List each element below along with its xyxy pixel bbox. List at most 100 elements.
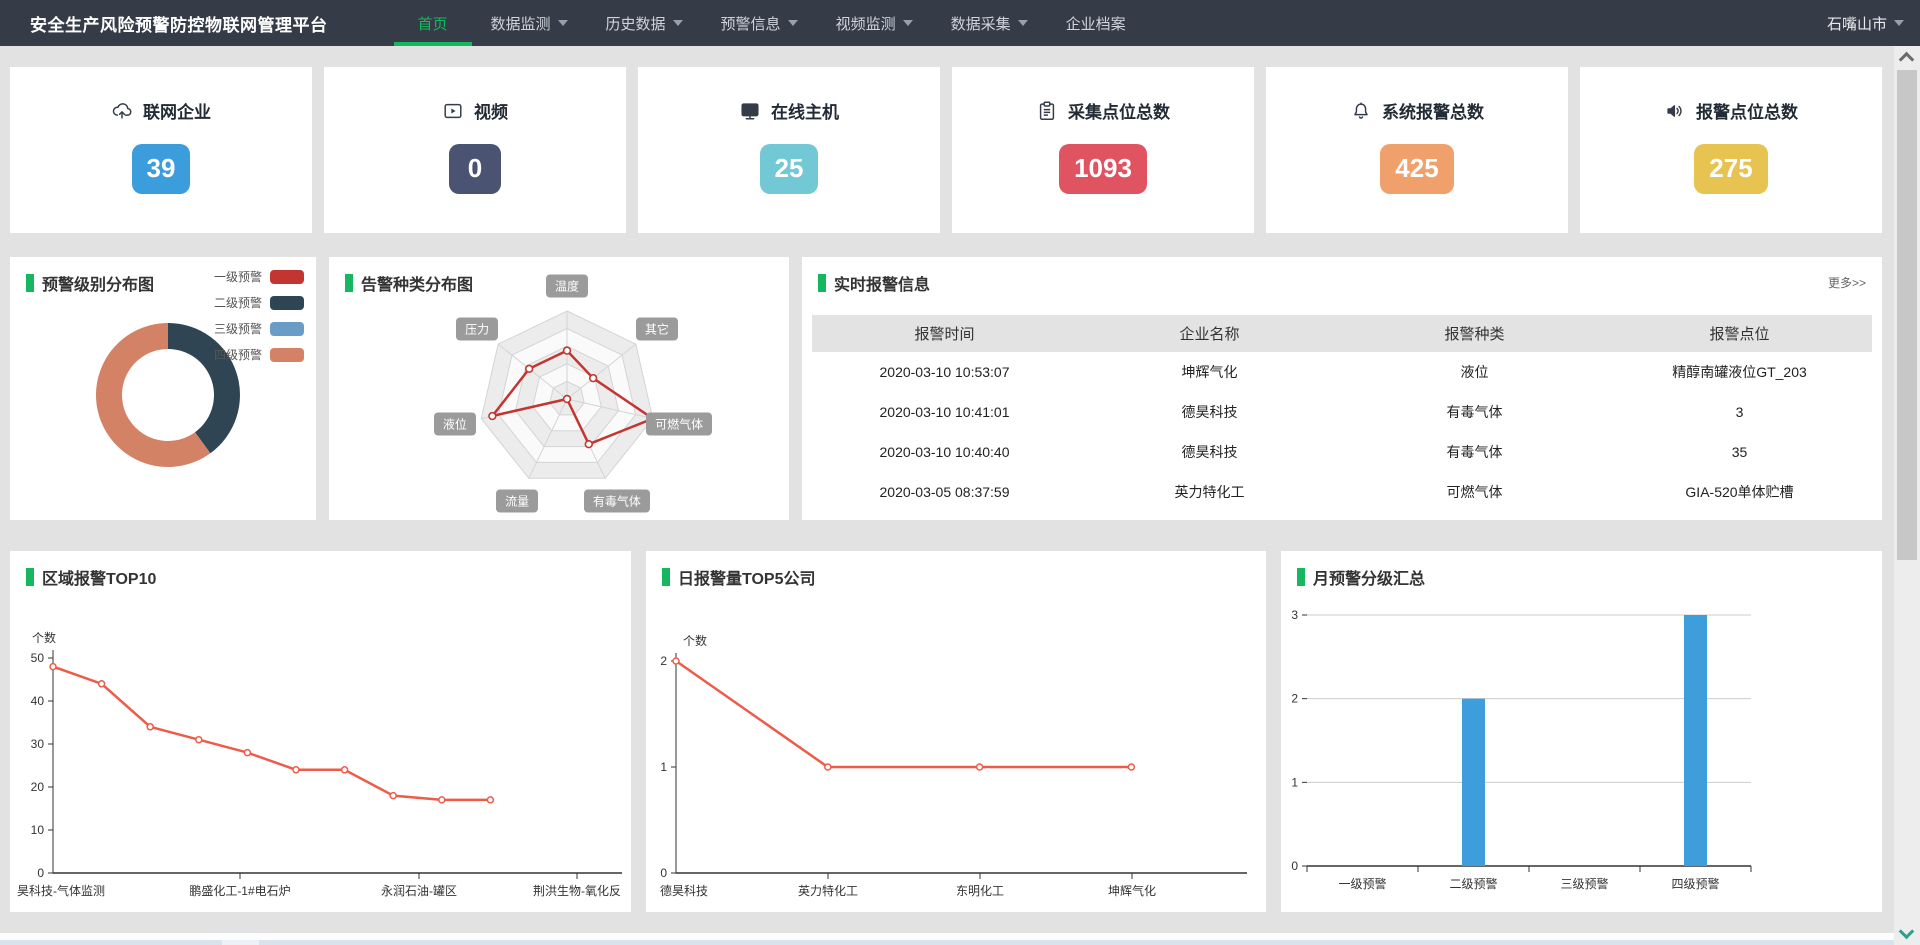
table-row: 2020-03-10 10:53:07坤辉气化液位精醇南罐液位GT_203 (812, 352, 1872, 392)
svg-text:二级预警: 二级预警 (1449, 876, 1497, 891)
region-label: 石嘴山市 (1827, 13, 1887, 34)
panel-alarm-type: 告警种类分布图 温度其它可燃气体有毒气体流量液位压力 (329, 257, 789, 520)
scrollbar-thumb[interactable] (1897, 70, 1917, 560)
legend-label: 三级预警 (214, 320, 262, 337)
stat-label: 报警点位总数 (1696, 98, 1798, 123)
stat-label: 视频 (474, 98, 508, 123)
donut-legend: 一级预警二级预警三级预警四级预警 (214, 268, 304, 372)
title-marker (1297, 568, 1305, 586)
top10-line-chart: 01020304050昊科技-气体监测鹏盛化工-1#电石炉永润石油-罐区荆洪生物… (10, 551, 631, 912)
panel-title: 预警级别分布图 (26, 271, 154, 295)
next-section-peek (0, 933, 1894, 945)
svg-text:50: 50 (31, 651, 45, 665)
table-row: 2020-03-10 10:41:01德昊科技有毒气体3 (812, 392, 1872, 432)
monthly-bar-chart: 0123一级预警二级预警三级预警四级预警 (1281, 551, 1882, 912)
stat-card-1: 视频0 (324, 67, 626, 233)
nav-item-4[interactable]: 视频监测 (817, 0, 932, 46)
table-row: 2020-03-10 10:40:40德昊科技有毒气体35 (812, 432, 1872, 472)
radar-axis-label: 有毒气体 (584, 489, 650, 512)
table-cell: 2020-03-10 10:40:40 (812, 444, 1077, 460)
svg-text:1: 1 (1291, 775, 1298, 789)
column-header: 报警点位 (1607, 323, 1872, 344)
svg-text:1: 1 (660, 760, 667, 774)
svg-text:10: 10 (31, 823, 45, 837)
svg-text:0: 0 (660, 866, 667, 880)
stat-card-header: 报警点位总数 (1664, 98, 1798, 123)
alarm-table-body: 2020-03-10 10:53:07坤辉气化液位精醇南罐液位GT_203202… (812, 352, 1872, 512)
legend-swatch (270, 270, 304, 284)
svg-text:40: 40 (31, 694, 45, 708)
title-marker (26, 568, 34, 586)
nav-item-label: 首页 (418, 13, 448, 34)
video-icon (442, 100, 464, 122)
table-cell: 德昊科技 (1077, 402, 1342, 422)
panel-realtime-alarms: 实时报警信息 更多>> 报警时间企业名称报警种类报警点位 2020-03-10 … (802, 257, 1882, 520)
stat-value-badge: 25 (760, 144, 819, 194)
table-cell: 2020-03-05 08:37:59 (812, 484, 1077, 500)
panel-title-text: 月预警分级汇总 (1313, 565, 1425, 589)
chevron-down-icon (788, 20, 798, 26)
stat-card-2: 在线主机 25 (638, 67, 940, 233)
legend-item[interactable]: 二级预警 (214, 294, 304, 311)
bell-icon (1350, 100, 1372, 122)
stat-card-5: 报警点位总数 275 (1580, 67, 1882, 233)
nav-item-6[interactable]: 企业档案 (1047, 0, 1145, 46)
region-selector[interactable]: 石嘴山市 (1827, 0, 1904, 46)
panel-region-top10: 区域报警TOP10 01020304050昊科技-气体监测鹏盛化工-1#电石炉永… (10, 551, 631, 912)
svg-text:3: 3 (1291, 608, 1298, 622)
nav-item-0[interactable]: 首页 (394, 0, 472, 46)
nav-item-label: 预警信息 (721, 13, 781, 34)
title-marker (662, 568, 670, 586)
table-cell: 有毒气体 (1342, 402, 1607, 422)
stat-card-header: 在线主机 (739, 98, 839, 123)
radar-axis-label: 温度 (546, 275, 588, 298)
app-title: 安全生产风险预警防控物联网管理平台 (30, 0, 328, 46)
svg-text:东明化工: 东明化工 (956, 884, 1004, 898)
table-cell: 2020-03-10 10:41:01 (812, 404, 1077, 420)
stat-value-badge: 425 (1380, 144, 1453, 194)
legend-item[interactable]: 三级预警 (214, 320, 304, 337)
svg-text:四级预警: 四级预警 (1671, 876, 1719, 891)
vertical-scrollbar[interactable] (1894, 46, 1920, 945)
panel-title-text: 日报警量TOP5公司 (678, 565, 816, 589)
nav-item-label: 视频监测 (836, 13, 896, 34)
nav-item-1[interactable]: 数据监测 (472, 0, 587, 46)
panel-warning-level: 预警级别分布图 一级预警二级预警三级预警四级预警 (10, 257, 316, 520)
stat-cards-row: 联网企业39视频0在线主机25采集点位总数1093系统报警总数425报警点位总数… (10, 67, 1882, 233)
stat-value-badge: 275 (1694, 144, 1767, 194)
table-cell: 精醇南罐液位GT_203 (1607, 362, 1872, 382)
radar-axis-label: 液位 (434, 413, 476, 436)
legend-item[interactable]: 一级预警 (214, 268, 304, 285)
more-link[interactable]: 更多>> (1828, 274, 1866, 291)
stat-label: 联网企业 (143, 98, 211, 123)
panel-title: 日报警量TOP5公司 (662, 565, 816, 589)
panel-title-text: 告警种类分布图 (361, 271, 473, 295)
panel-daily-top5: 日报警量TOP5公司 012德昊科技英力特化工东明化工坤辉气化个数 (646, 551, 1266, 912)
nav-item-3[interactable]: 预警信息 (702, 0, 817, 46)
table-cell: 德昊科技 (1077, 442, 1342, 462)
scroll-up-icon[interactable] (1899, 52, 1915, 68)
column-header: 企业名称 (1077, 323, 1342, 344)
table-cell: 3 (1607, 404, 1872, 420)
nav-item-2[interactable]: 历史数据 (587, 0, 702, 46)
legend-swatch (270, 348, 304, 362)
nav-item-5[interactable]: 数据采集 (932, 0, 1047, 46)
next-section-header-edge (0, 940, 1894, 945)
stat-label: 采集点位总数 (1068, 98, 1170, 123)
radar-axis-label: 流量 (496, 489, 538, 512)
top5-line-chart: 012德昊科技英力特化工东明化工坤辉气化个数 (646, 551, 1266, 912)
svg-text:0: 0 (37, 866, 44, 880)
chevron-down-icon (558, 20, 568, 26)
stat-card-4: 系统报警总数 425 (1266, 67, 1568, 233)
svg-text:20: 20 (31, 780, 45, 794)
scroll-down-icon[interactable] (1899, 924, 1915, 940)
legend-item[interactable]: 四级预警 (214, 346, 304, 363)
panel-title: 月预警分级汇总 (1297, 565, 1425, 589)
legend-label: 一级预警 (214, 268, 262, 285)
svg-text:0: 0 (1291, 859, 1298, 873)
panel-title-text: 区域报警TOP10 (42, 565, 156, 589)
stat-card-header: 系统报警总数 (1350, 98, 1484, 123)
svg-text:2: 2 (660, 654, 667, 668)
panel-title: 实时报警信息 (818, 271, 930, 295)
svg-text:个数: 个数 (32, 630, 56, 645)
